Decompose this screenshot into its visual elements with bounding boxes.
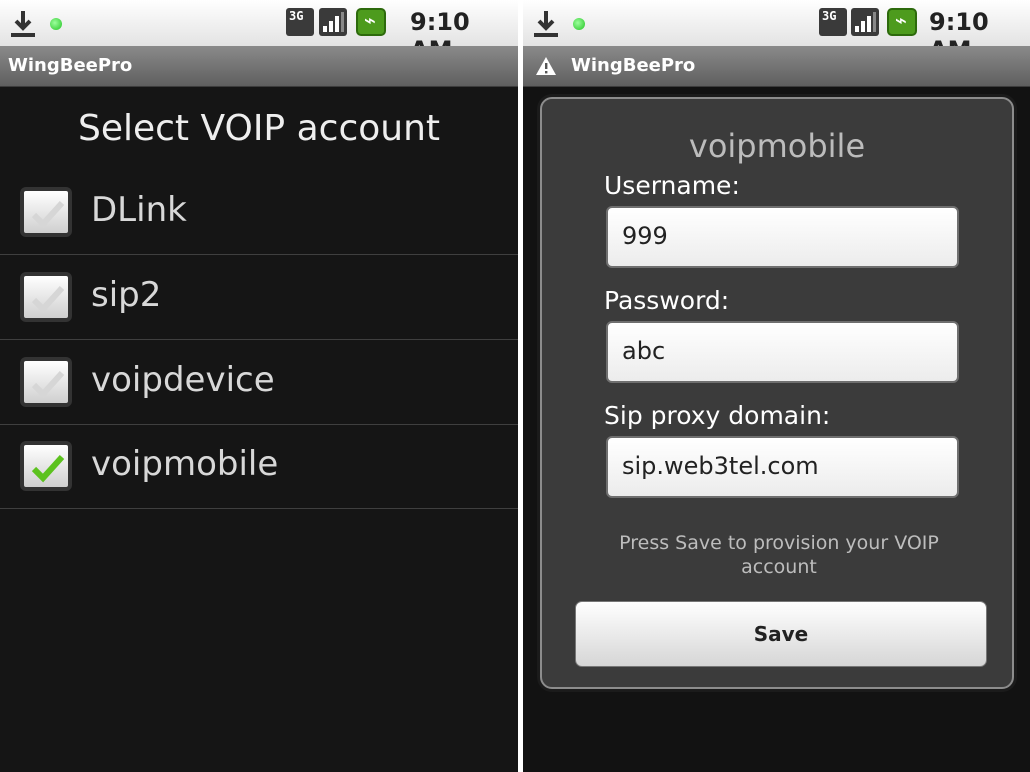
3g-icon: 3G bbox=[819, 8, 847, 36]
account-row-dlink[interactable]: DLink bbox=[0, 170, 518, 255]
sip-domain-label: Sip proxy domain: bbox=[604, 401, 831, 430]
password-label: Password: bbox=[604, 286, 730, 315]
account-checkbox[interactable] bbox=[20, 272, 72, 322]
username-label: Username: bbox=[604, 171, 740, 200]
username-field[interactable]: 999 bbox=[606, 206, 959, 268]
account-settings-screen: 3G ⌁ 9:10 AM WingBeePro voipmobile Usern… bbox=[523, 0, 1030, 772]
account-row-sip2[interactable]: sip2 bbox=[0, 255, 518, 340]
sip-domain-field[interactable]: sip.web3tel.com bbox=[606, 436, 959, 498]
sip-domain-value: sip.web3tel.com bbox=[622, 452, 819, 480]
page-title: Select VOIP account bbox=[77, 108, 441, 149]
battery-charging-icon: ⌁ bbox=[887, 8, 917, 36]
status-bar: 3G ⌁ 9:10 AM bbox=[523, 0, 1030, 64]
signal-icon bbox=[851, 8, 879, 36]
account-row-voipdevice[interactable]: voipdevice bbox=[0, 340, 518, 425]
password-value: abc bbox=[622, 337, 666, 365]
account-label: voipdevice bbox=[91, 360, 275, 400]
app-title-bar: WingBeePro bbox=[0, 46, 518, 87]
account-label: voipmobile bbox=[91, 444, 279, 484]
account-label: DLink bbox=[91, 190, 187, 230]
status-bar: 3G ⌁ 9:10 AM bbox=[0, 0, 518, 64]
app-title: WingBeePro bbox=[8, 55, 133, 76]
password-field[interactable]: abc bbox=[606, 321, 959, 383]
save-button-label: Save bbox=[753, 622, 809, 646]
battery-charging-icon: ⌁ bbox=[356, 8, 386, 36]
provision-dialog: voipmobile Username: 999 Password: abc S… bbox=[540, 97, 1014, 689]
select-account-screen: 3G ⌁ 9:10 AM WingBeePro Select VOIP acco… bbox=[0, 0, 518, 772]
account-checkbox[interactable] bbox=[20, 187, 72, 237]
username-value: 999 bbox=[622, 222, 668, 250]
notification-dot-icon bbox=[50, 18, 62, 30]
account-checkbox-checked[interactable] bbox=[20, 441, 72, 491]
dialog-title: voipmobile bbox=[688, 127, 866, 165]
warning-icon bbox=[536, 57, 556, 75]
signal-icon bbox=[319, 8, 347, 36]
app-title: WingBeePro bbox=[571, 55, 696, 76]
app-title-bar: WingBeePro bbox=[523, 46, 1030, 87]
notification-dot-icon bbox=[573, 18, 585, 30]
account-label: sip2 bbox=[91, 275, 162, 315]
download-icon bbox=[534, 11, 558, 37]
download-icon bbox=[11, 11, 35, 37]
save-hint: Press Save to provision your VOIP accoun… bbox=[619, 532, 939, 578]
account-row-voipmobile[interactable]: voipmobile bbox=[0, 424, 518, 509]
save-button[interactable]: Save bbox=[575, 601, 987, 667]
account-checkbox[interactable] bbox=[20, 357, 72, 407]
3g-icon: 3G bbox=[286, 8, 314, 36]
